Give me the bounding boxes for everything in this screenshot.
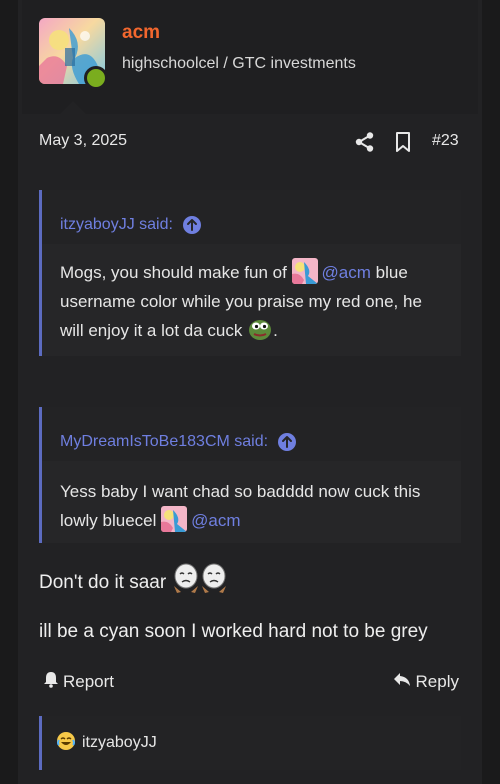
quote-author[interactable]: MyDreamIsToBe183CM said: (60, 433, 268, 451)
bell-icon (42, 670, 60, 693)
user-title: highschoolcel / GTC investments (122, 55, 356, 72)
mention-avatar (161, 506, 188, 532)
user-mention[interactable]: @acm (191, 511, 240, 530)
user-header: acm highschoolcel / GTC investments (22, 0, 478, 114)
report-label: Report (63, 671, 115, 691)
post-date[interactable]: May 3, 2025 (39, 132, 127, 150)
report-button[interactable]: Report (42, 670, 114, 693)
reply-label: Reply (415, 671, 459, 691)
arrow-up-circle-icon[interactable] (278, 433, 297, 451)
username[interactable]: acm (122, 22, 160, 44)
bookmark-icon[interactable] (392, 131, 414, 153)
quote-header[interactable]: MyDreamIsToBe183CM said: (42, 407, 461, 461)
quote-text-period: . (273, 321, 278, 340)
laughing-crying-emoji (56, 731, 76, 756)
user-mention[interactable]: @acm (322, 263, 371, 282)
pepe-frog-emoji (247, 316, 273, 351)
user-caret-arrow (60, 101, 86, 114)
online-status-indicator (84, 66, 108, 90)
quote-text: Mogs, you should make fun of (60, 263, 287, 282)
post-number-link[interactable]: #23 (432, 132, 459, 150)
reply-line: Don't do it saar (39, 562, 231, 600)
reply-line: ill be a cyan soon I worked hard not to … (39, 621, 428, 642)
quote-content: Yess baby I want chad so badddd now cuck… (42, 461, 461, 535)
reply-icon (393, 670, 411, 693)
share-icon[interactable] (354, 131, 376, 153)
quote-block: itzyaboyJJ said: Mogs, you should make f… (39, 190, 461, 356)
arrow-up-circle-icon[interactable] (182, 216, 201, 234)
quote-content: Mogs, you should make fun of @acm blue u… (42, 244, 461, 351)
reactions-bar[interactable]: itzyaboyJJ (39, 716, 461, 770)
reaction-user[interactable]: itzyaboyJJ (82, 734, 157, 752)
post-container: acm highschoolcel / GTC investments May … (18, 0, 482, 784)
mention-avatar (291, 258, 318, 284)
quote-block: MyDreamIsToBe183CM said: Yess baby I wan… (39, 407, 461, 543)
crying-wojak-emoji (171, 562, 231, 600)
quote-author[interactable]: itzyaboyJJ said: (60, 216, 173, 234)
quote-header[interactable]: itzyaboyJJ said: (42, 190, 461, 244)
reply-button[interactable]: Reply (393, 670, 459, 693)
reply-text: Don't do it saar (39, 572, 167, 593)
